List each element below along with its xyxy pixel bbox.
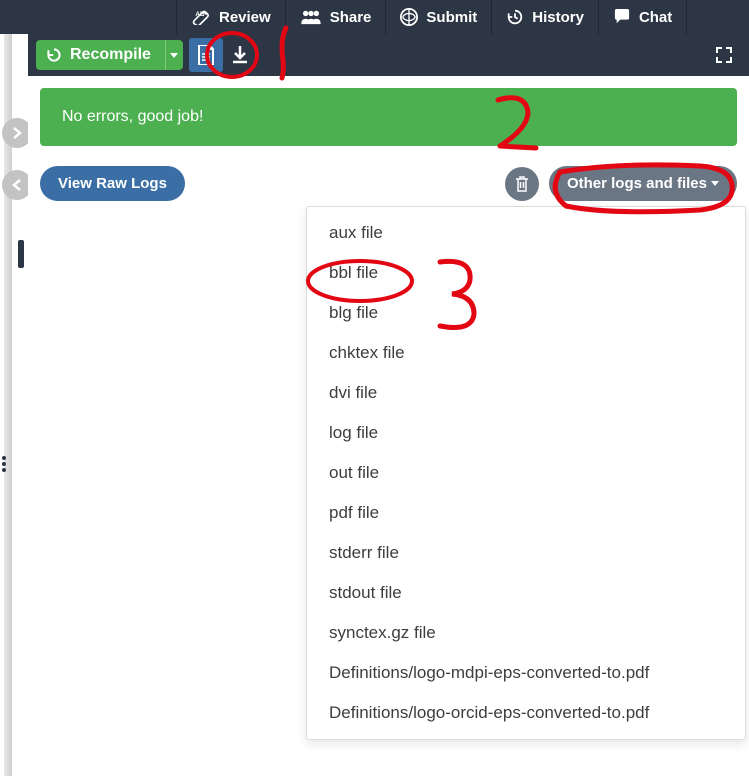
svg-text:AB: AB: [195, 11, 205, 18]
dropdown-item-bbl[interactable]: bbl file: [307, 253, 745, 293]
recompile-button[interactable]: Recompile: [36, 40, 165, 70]
dropdown-item-log[interactable]: log file: [307, 413, 745, 453]
dropdown-item-aux[interactable]: aux file: [307, 213, 745, 253]
nav-history[interactable]: History: [492, 0, 599, 34]
review-icon: AB: [191, 9, 211, 25]
compile-status-text: No errors, good job!: [62, 108, 203, 125]
dropdown-item-stdout[interactable]: stdout file: [307, 573, 745, 613]
chevron-left-icon: [11, 179, 23, 191]
nav-review-label: Review: [219, 9, 271, 26]
share-icon: [300, 9, 322, 25]
dropdown-item-dvi[interactable]: dvi file: [307, 373, 745, 413]
dropdown-item-out[interactable]: out file: [307, 453, 745, 493]
nav-share[interactable]: Share: [286, 0, 387, 34]
nav-history-label: History: [532, 9, 584, 26]
expand-icon: [716, 47, 732, 63]
history-icon: [506, 8, 524, 26]
logs-toggle-button[interactable]: [189, 38, 223, 72]
other-logs-label: Other logs and files: [567, 175, 707, 192]
recompile-label: Recompile: [70, 46, 151, 64]
nav-submit[interactable]: Submit: [386, 0, 492, 34]
clear-cache-button[interactable]: [505, 167, 539, 201]
nav-submit-label: Submit: [426, 9, 477, 26]
compile-toolbar: Recompile: [28, 34, 749, 76]
trash-icon: [515, 176, 529, 192]
download-icon: [232, 46, 248, 64]
nav-chat[interactable]: Chat: [599, 0, 687, 34]
compile-status: No errors, good job!: [40, 88, 737, 146]
dropdown-item-pdf[interactable]: pdf file: [307, 493, 745, 533]
fullscreen-button[interactable]: [709, 40, 739, 70]
drag-handle[interactable]: [18, 240, 24, 268]
submit-icon: [400, 8, 418, 26]
logs-actions-row: View Raw Logs Other logs and files: [40, 166, 737, 201]
other-logs-dropdown-button[interactable]: Other logs and files: [549, 166, 737, 201]
nav-chat-label: Chat: [639, 9, 672, 26]
document-icon: [197, 45, 215, 65]
chevron-right-icon: [11, 127, 23, 139]
view-raw-logs-button[interactable]: View Raw Logs: [40, 166, 185, 201]
dropdown-item-synctex[interactable]: synctex.gz file: [307, 613, 745, 653]
recompile-dropdown-toggle[interactable]: [165, 40, 183, 70]
other-logs-dropdown: aux file bbl file blg file chktex file d…: [306, 206, 746, 740]
nav-review[interactable]: AB Review: [176, 0, 286, 34]
refresh-icon: [46, 47, 62, 63]
caret-down-icon: [170, 53, 178, 58]
top-navbar: AB Review Share Submit History Chat: [0, 0, 749, 34]
logs-panel: No errors, good job! View Raw Logs Other…: [28, 76, 749, 776]
dropdown-item-stderr[interactable]: stderr file: [307, 533, 745, 573]
drag-handle-dots[interactable]: [0, 450, 8, 478]
dropdown-item-chktex[interactable]: chktex file: [307, 333, 745, 373]
nav-share-label: Share: [330, 9, 372, 26]
chat-icon: [613, 9, 631, 25]
recompile-group: Recompile: [36, 40, 183, 70]
dropdown-item-logo-mdpi[interactable]: Definitions/logo-mdpi-eps-converted-to.p…: [307, 653, 745, 693]
dropdown-item-blg[interactable]: blg file: [307, 293, 745, 333]
caret-down-icon: [711, 181, 719, 186]
dropdown-item-logo-orcid[interactable]: Definitions/logo-orcid-eps-converted-to.…: [307, 693, 745, 733]
download-button[interactable]: [223, 38, 257, 72]
